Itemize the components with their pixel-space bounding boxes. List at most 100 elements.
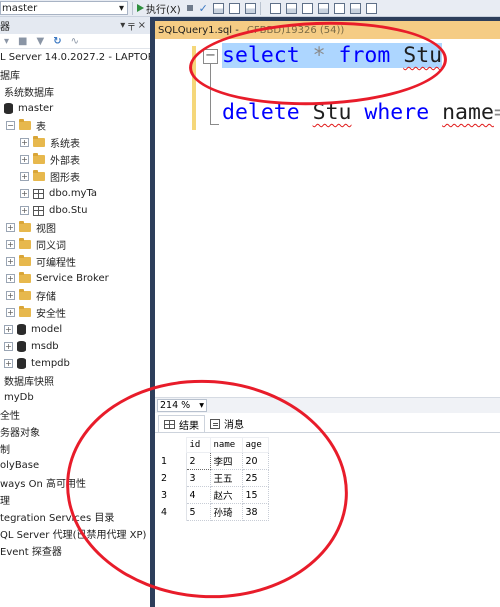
table-row[interactable]: 2 3 王五 25 (158, 469, 269, 487)
cell-age[interactable]: 20 (241, 452, 269, 470)
tree-item[interactable]: olyBase (0, 457, 39, 474)
tree-item[interactable]: 务器对象 (0, 423, 40, 440)
tree-item[interactable]: + 安全性 (6, 304, 66, 321)
expand-icon[interactable]: + (20, 138, 29, 147)
tree-item[interactable]: 全性 (0, 406, 20, 423)
tab-results[interactable]: 结果 (158, 415, 205, 432)
intellisense-icon[interactable] (301, 2, 313, 14)
tree-item[interactable]: + 存储 (6, 287, 56, 304)
cell-age[interactable]: 25 (241, 469, 269, 487)
tab-messages[interactable]: 消息 (205, 415, 249, 432)
expand-icon[interactable]: + (20, 172, 29, 181)
expand-icon[interactable]: + (4, 325, 13, 334)
estimated-plan-icon[interactable] (269, 2, 281, 14)
expand-icon[interactable]: + (6, 257, 15, 266)
tree-item[interactable]: + Service Broker (6, 270, 109, 287)
toolbar-separator (132, 1, 133, 15)
tree-item[interactable]: + model (4, 321, 62, 338)
panel-controls[interactable]: ▾ ╤ × (120, 20, 146, 31)
expand-icon[interactable]: + (20, 189, 29, 198)
column-header-id[interactable]: id (185, 437, 211, 453)
tree-item[interactable]: 系统数据库 (4, 83, 54, 100)
cell-name[interactable]: 王五 (209, 469, 243, 487)
cell-id[interactable]: 4 (185, 486, 211, 504)
table-icon (33, 205, 44, 216)
connect-icon[interactable]: ▾ (4, 36, 9, 47)
tree-item[interactable]: 理 (0, 491, 10, 508)
tree-item[interactable]: + 外部表 (20, 151, 80, 168)
expand-icon[interactable]: + (6, 308, 15, 317)
cell-id[interactable]: 5 (185, 503, 211, 521)
cell-id[interactable]: 2 (185, 452, 211, 470)
tree-item[interactable]: 据库 (0, 66, 20, 83)
cell-id[interactable]: 3 (185, 469, 211, 487)
results-text-icon[interactable] (244, 2, 256, 14)
tree-item-label: Service Broker (36, 273, 109, 284)
tree-item[interactable]: + 系统表 (20, 134, 80, 151)
database-select[interactable]: master ▾ (0, 1, 128, 15)
tree-item[interactable]: QL Server 代理(已禁用代理 XP) (0, 525, 146, 542)
results-to-file-icon[interactable] (365, 2, 377, 14)
execute-button[interactable]: 执行(X) (137, 1, 181, 16)
cell-name[interactable]: 孙琦 (209, 503, 243, 521)
database-icon (4, 103, 13, 114)
expand-icon[interactable]: + (6, 274, 15, 283)
refresh-icon[interactable]: ↻ (53, 36, 61, 47)
cell-age[interactable]: 15 (241, 486, 269, 504)
disconnect-icon[interactable]: ■ (18, 36, 27, 47)
query-editor[interactable]: − select * from Stu delete Stu where nam… (155, 39, 500, 397)
database-icon (17, 358, 26, 369)
zoom-strip: 214 % ▾ (155, 397, 500, 413)
tree-item[interactable]: + dbo.Stu (20, 202, 87, 219)
column-header-age[interactable]: age (241, 437, 269, 453)
keyword-from: from (338, 43, 391, 68)
expand-icon[interactable]: + (4, 342, 13, 351)
cell-name[interactable]: 李四 (209, 452, 243, 470)
expand-icon[interactable]: + (6, 240, 15, 249)
tree-item[interactable]: + tempdb (4, 355, 70, 372)
tree-item[interactable]: ways On 高可用性 (0, 474, 86, 491)
query-options-icon[interactable] (285, 2, 297, 14)
tree-item[interactable]: 数据库快照 (4, 372, 54, 389)
tree-item[interactable]: 制 (0, 440, 10, 457)
results-grid[interactable]: id name age 1 2 李四 20 2 3 王五 25 3 4 赵六 1… (158, 437, 269, 521)
tab-sqlquery1[interactable]: SQLQuery1.sql - CFBBD)19326 (54)) (155, 21, 500, 39)
filter-icon[interactable]: ▼ (36, 36, 44, 47)
collapse-icon[interactable]: − (203, 49, 218, 64)
column-header-name[interactable]: name (209, 437, 243, 453)
tree-item[interactable]: myDb (4, 389, 34, 406)
client-stats-icon[interactable] (349, 2, 361, 14)
tree-item[interactable]: + msdb (4, 338, 59, 355)
expand-icon[interactable]: + (20, 206, 29, 215)
tree-item[interactable]: + 可编程性 (6, 253, 76, 270)
tree-item[interactable]: L Server 14.0.2027.2 - LAPTOP (0, 49, 150, 66)
grid-icon (164, 419, 175, 429)
tree-item[interactable]: + 图形表 (20, 168, 80, 185)
tree-item[interactable]: − 表 (6, 117, 46, 134)
tree-item[interactable]: + 视图 (6, 219, 56, 236)
tree-item[interactable]: tegration Services 目录 (0, 508, 114, 525)
debug-icon[interactable] (212, 2, 224, 14)
expand-icon[interactable]: + (4, 359, 13, 368)
results-grid-icon[interactable] (228, 2, 240, 14)
cell-age[interactable]: 38 (241, 503, 269, 521)
table-row[interactable]: 1 2 李四 20 (158, 452, 269, 470)
expand-icon[interactable]: + (20, 155, 29, 164)
expand-icon[interactable]: + (6, 291, 15, 300)
cell-name[interactable]: 赵六 (209, 486, 243, 504)
table-row[interactable]: 3 4 赵六 15 (158, 486, 269, 504)
actual-plan-icon[interactable] (317, 2, 329, 14)
live-stats-icon[interactable] (333, 2, 345, 14)
table-row[interactable]: 4 5 孙琦 38 (158, 503, 269, 521)
stop-icon[interactable] (186, 5, 193, 11)
activity-icon[interactable]: ∿ (71, 36, 79, 47)
collapse-icon[interactable]: − (6, 121, 15, 130)
tree-item[interactable]: + dbo.myTa (20, 185, 97, 202)
parse-check-icon[interactable]: ✓ (199, 2, 208, 15)
expand-icon[interactable]: + (6, 223, 15, 232)
tree-item[interactable]: + 同义词 (6, 236, 66, 253)
tree-item[interactable]: master (4, 100, 53, 117)
tree-item[interactable]: Event 探查器 (0, 542, 62, 559)
zoom-select[interactable]: 214 % ▾ (157, 399, 207, 412)
tree-item-label: ways On 高可用性 (0, 479, 87, 490)
